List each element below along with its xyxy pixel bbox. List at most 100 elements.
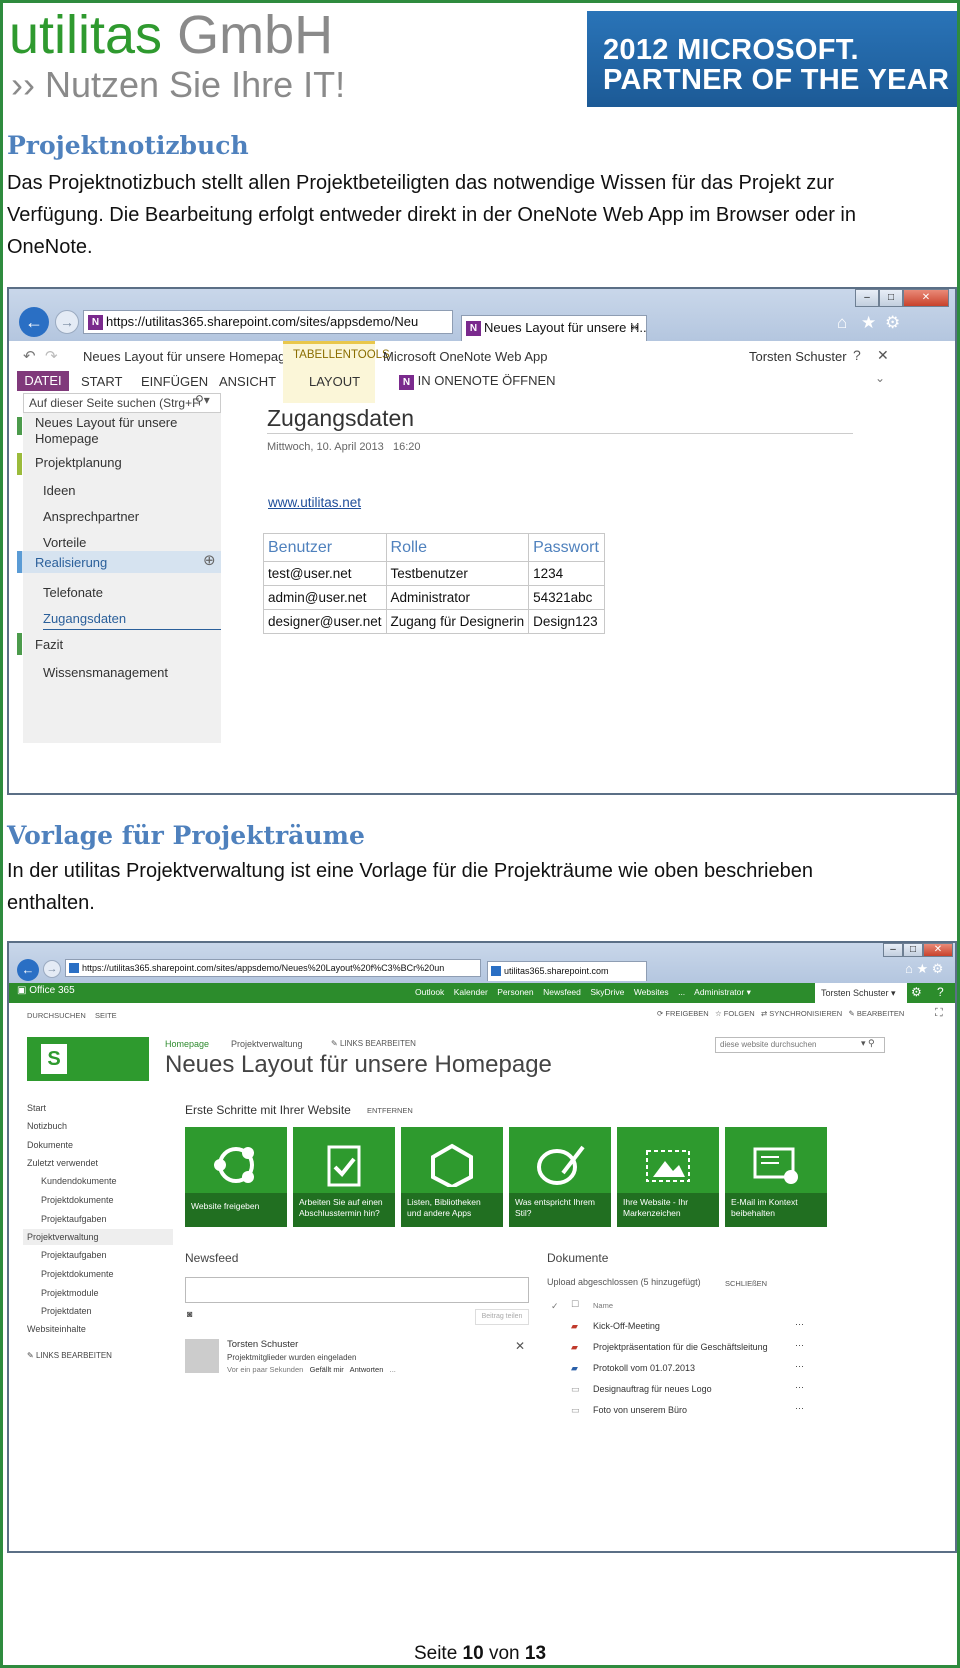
close-post-icon[interactable]: ✕ [515, 1339, 525, 1353]
maximize-button[interactable]: □ [903, 943, 923, 957]
browser-tab[interactable]: utilitas365.sharepoint.com [487, 961, 647, 981]
focus-icon[interactable]: ⛶ [935, 1007, 943, 1020]
post-author[interactable]: Torsten Schuster [227, 1339, 298, 1350]
leftnav-edit-links[interactable]: ✎ LINKS BEARBEITEN [27, 1351, 112, 1360]
like-link[interactable]: Gefällt mir [310, 1365, 344, 1374]
tab-durchsuchen[interactable]: DURCHSUCHEN [27, 1011, 86, 1020]
close-app-icon[interactable]: ✕ [877, 347, 889, 364]
more-icon[interactable]: ··· [795, 1403, 804, 1413]
section-item[interactable]: Neues Layout für unsere [35, 415, 177, 430]
home-icon[interactable]: ⌂ ★ ⚙ [905, 961, 943, 977]
column-name[interactable]: Name [593, 1301, 613, 1310]
tab-start[interactable]: START [81, 374, 122, 389]
user-name[interactable]: Torsten Schuster [749, 349, 847, 364]
table-cell[interactable]: admin@user.net [263, 585, 387, 610]
section-item[interactable]: Projektplanung [35, 455, 122, 470]
open-in-onenote-button[interactable]: N IN ONENOTE ÖFFNEN [399, 373, 556, 390]
edit-links-top[interactable]: ✎ LINKS BEARBEITEN [331, 1039, 416, 1048]
leftnav-item-active[interactable]: Projektverwaltung [27, 1232, 99, 1242]
tile-deadline[interactable]: Arbeiten Sie auf einen Abschlusstermin hi… [293, 1127, 395, 1227]
suite-link-websites[interactable]: Websites [634, 987, 669, 997]
leftnav-subitem[interactable]: Projektaufgaben [41, 1214, 107, 1224]
leftnav-item[interactable]: Zuletzt verwendet [27, 1158, 98, 1168]
table-cell[interactable]: Zugang für Designerin [385, 609, 530, 634]
bearbeiten-button[interactable]: BEARBEITEN [857, 1009, 905, 1018]
suite-link-newsfeed[interactable]: Newsfeed [543, 987, 581, 997]
crumb-home[interactable]: Homepage [165, 1039, 209, 1049]
post-more[interactable]: ... [390, 1365, 396, 1374]
site-search-input[interactable]: diese website durchsuchen [715, 1037, 885, 1053]
tab-seite[interactable]: SEITE [95, 1011, 117, 1020]
tab-ansicht[interactable]: ANSICHT [219, 374, 276, 389]
close-window-button[interactable]: ✕ [923, 943, 953, 957]
suite-link-skydrive[interactable]: SkyDrive [590, 987, 624, 997]
more-icon[interactable]: ··· [795, 1340, 804, 1350]
minimize-button[interactable]: – [855, 289, 879, 307]
reply-link[interactable]: Antworten [350, 1365, 384, 1374]
table-cell[interactable]: Administrator [385, 585, 530, 610]
tile-style[interactable]: Was entspricht Ihrem Stil? [509, 1127, 611, 1227]
close-tab-icon[interactable]: ✕ [629, 316, 640, 340]
help-icon[interactable]: ? [853, 347, 861, 363]
minimize-button[interactable]: – [883, 943, 903, 957]
page-item[interactable]: Telefonate [43, 585, 103, 600]
page-item-active[interactable]: Zugangsdaten [43, 611, 126, 626]
leftnav-item[interactable]: Websiteinhalte [27, 1324, 86, 1334]
maximize-button[interactable]: □ [879, 289, 903, 307]
page-search-input[interactable]: Auf dieser Seite suchen (Strg+F [23, 393, 221, 413]
tab-layout[interactable]: LAYOUT [309, 374, 360, 389]
page-item[interactable]: Vorteile [43, 535, 86, 550]
favorites-icon[interactable]: ★ [861, 313, 876, 333]
check-icon[interactable]: ✓ [551, 1301, 559, 1312]
post-input[interactable] [185, 1277, 529, 1303]
page-item[interactable]: Wissensmanagement [43, 665, 168, 680]
home-icon[interactable]: ⌂ [837, 313, 847, 333]
close-window-button[interactable]: ✕ [903, 289, 949, 307]
section-item-active[interactable]: Realisierung [35, 555, 107, 570]
back-icon[interactable]: ← [17, 959, 39, 981]
settings-icon[interactable]: ⚙ [885, 313, 900, 333]
document-link[interactable]: Projektpräsentation für die Geschäftslei… [593, 1342, 768, 1352]
folgen-button[interactable]: FOLGEN [724, 1009, 755, 1018]
website-link[interactable]: www.utilitas.net [268, 495, 361, 510]
add-page-icon[interactable]: ⊕ [203, 551, 216, 569]
leftnav-subitem[interactable]: Kundendokumente [41, 1176, 117, 1186]
page-item[interactable]: Ansprechpartner [43, 509, 139, 524]
back-icon[interactable]: ← [19, 307, 49, 337]
leftnav-item[interactable]: Dokumente [27, 1140, 73, 1150]
more-icon[interactable]: ··· [795, 1382, 804, 1392]
more-icon[interactable]: ··· [795, 1361, 804, 1371]
settings-icon[interactable]: ⚙ [911, 985, 922, 999]
search-icon[interactable]: ▾ ⚲ [861, 1038, 875, 1049]
tab-datei[interactable]: DATEI [17, 371, 69, 391]
tab-einfuegen[interactable]: EINFÜGEN [141, 374, 208, 389]
suite-link-outlook[interactable]: Outlook [415, 987, 444, 997]
document-link[interactable]: Designauftrag für neues Logo [593, 1384, 712, 1394]
undo-icon[interactable]: ↶ [23, 347, 36, 365]
forward-icon[interactable]: → [55, 310, 79, 334]
table-cell[interactable]: test@user.net [263, 561, 387, 586]
table-cell[interactable]: 54321abc [528, 585, 606, 610]
table-cell[interactable]: 1234 [528, 561, 606, 586]
post-button[interactable]: Beitrag teilen [475, 1309, 529, 1325]
freigeben-button[interactable]: FREIGEBEN [665, 1009, 708, 1018]
section-item-cont[interactable]: Homepage [35, 431, 99, 446]
leftnav-subitem[interactable]: Projektdokumente [41, 1195, 114, 1205]
table-cell[interactable]: Testbenutzer [385, 561, 530, 586]
suite-more[interactable]: ... [678, 987, 685, 997]
close-upload-link[interactable]: SCHLIEßEN [725, 1279, 767, 1288]
leftnav-subitem[interactable]: Projektaufgaben [41, 1250, 107, 1260]
redo-icon[interactable]: ↷ [45, 347, 58, 365]
address-bar[interactable]: N https://utilitas365.sharepoint.com/sit… [83, 310, 453, 334]
remove-link[interactable]: ENTFERNEN [367, 1106, 413, 1115]
leftnav-subitem[interactable]: Projektdaten [41, 1306, 92, 1316]
camera-icon[interactable]: ◙ [187, 1309, 192, 1319]
tile-branding[interactable]: Ihre Website - Ihr Markenzeichen [617, 1127, 719, 1227]
leftnav-item[interactable]: Start [27, 1103, 46, 1113]
user-menu[interactable]: Torsten Schuster ▾ [815, 983, 907, 1003]
address-bar[interactable]: https://utilitas365.sharepoint.com/sites… [65, 959, 481, 977]
document-link[interactable]: Protokoll vom 01.07.2013 [593, 1363, 695, 1373]
site-logo[interactable]: S [27, 1037, 149, 1081]
help-icon[interactable]: ? [937, 985, 944, 999]
tile-share-site[interactable]: Website freigeben [185, 1127, 287, 1227]
